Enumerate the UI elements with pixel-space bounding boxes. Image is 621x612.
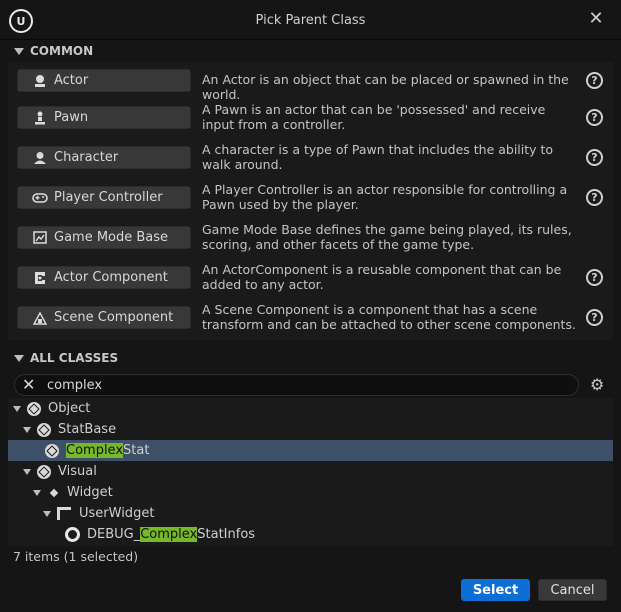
- cancel-button[interactable]: Cancel: [538, 579, 607, 601]
- game-mode-base-button[interactable]: Game Mode Base: [17, 226, 191, 249]
- tree-row-debug-complexstatinfos[interactable]: DEBUG_ Complex StatInfos: [8, 524, 613, 545]
- tree-row-label: Visual: [58, 464, 97, 479]
- search-match-highlight: Complex: [140, 527, 198, 542]
- common-row-actor-component: Actor Component An ActorComponent is a r…: [8, 258, 613, 298]
- gamepad-icon: [32, 190, 48, 206]
- actor-component-button-label: Actor Component: [54, 270, 168, 285]
- tree-row-label: Object: [48, 401, 91, 416]
- common-row-character: Character A character is a type of Pawn …: [8, 138, 613, 178]
- widget-blueprint-icon: [65, 527, 80, 542]
- tree-row-label: StatBase: [58, 422, 117, 437]
- class-cube-icon: [45, 443, 59, 458]
- help-icon[interactable]: ?: [586, 149, 603, 166]
- class-search-row: ✕ complex ⚙: [8, 372, 613, 398]
- class-cube-icon: [27, 401, 41, 416]
- tree-row-label-suffix: Stat: [123, 443, 150, 458]
- character-description: A character is a type of Pawn that inclu…: [202, 142, 554, 172]
- user-widget-icon: [57, 507, 71, 520]
- help-icon[interactable]: ?: [586, 189, 603, 206]
- clear-search-icon[interactable]: ✕: [22, 376, 35, 394]
- tree-row-userwidget[interactable]: UserWidget: [8, 503, 613, 524]
- select-button[interactable]: Select: [461, 579, 530, 601]
- class-cube-icon: [37, 464, 51, 479]
- player-controller-button-label: Player Controller: [54, 190, 163, 205]
- game-mode-base-button-label: Game Mode Base: [54, 230, 169, 245]
- scene-component-icon: [32, 310, 48, 326]
- expand-arrow-icon[interactable]: [33, 489, 41, 496]
- widget-icon: [49, 488, 59, 497]
- collapse-arrow-icon: [14, 47, 24, 55]
- game-mode-base-description: Game Mode Base defines the game being pl…: [202, 222, 572, 252]
- expand-arrow-icon[interactable]: [23, 468, 31, 475]
- tree-row-label: Widget: [67, 485, 113, 500]
- search-input-value[interactable]: complex: [47, 378, 102, 393]
- actor-component-description: An ActorComponent is a reusable componen…: [202, 262, 562, 292]
- tree-row-object[interactable]: Object: [8, 398, 613, 419]
- tree-row-complexstat[interactable]: Complex Stat: [8, 440, 613, 461]
- scene-component-description: A Scene Component is a component that ha…: [202, 302, 576, 332]
- tree-row-label: UserWidget: [79, 506, 155, 521]
- pawn-icon: [32, 110, 48, 126]
- close-icon[interactable]: ✕: [587, 10, 605, 28]
- character-button[interactable]: Character: [17, 146, 191, 169]
- expand-arrow-icon[interactable]: [23, 426, 31, 433]
- window-title: Pick Parent Class: [255, 13, 366, 28]
- pawn-button[interactable]: Pawn: [17, 106, 191, 129]
- game-mode-icon: [32, 230, 48, 246]
- player-controller-description: A Player Controller is an actor responsi…: [202, 182, 568, 212]
- item-count-status: 7 items (1 selected): [13, 549, 139, 564]
- common-header-label: COMMON: [30, 44, 94, 58]
- pawn-button-label: Pawn: [54, 110, 89, 125]
- settings-gear-icon[interactable]: ⚙: [590, 375, 604, 394]
- tree-row-visual[interactable]: Visual: [8, 461, 613, 482]
- character-button-label: Character: [54, 150, 119, 165]
- common-row-actor: Actor An Actor is an object that can be …: [8, 61, 613, 102]
- player-controller-button[interactable]: Player Controller: [17, 186, 191, 209]
- all-classes-header-label: ALL CLASSES: [30, 351, 119, 365]
- help-icon[interactable]: ?: [586, 309, 603, 326]
- collapse-arrow-icon: [14, 354, 24, 362]
- common-row-player-controller: Player Controller A Player Controller is…: [8, 178, 613, 218]
- common-row-game-mode-base: Game Mode Base Game Mode Base defines th…: [8, 218, 613, 258]
- tree-row-statbase[interactable]: StatBase: [8, 419, 613, 440]
- help-icon[interactable]: ?: [586, 269, 603, 286]
- help-icon[interactable]: ?: [586, 109, 603, 126]
- tree-row-label-suffix: StatInfos: [197, 527, 256, 542]
- scene-component-button-label: Scene Component: [54, 310, 174, 325]
- common-row-pawn: Pawn A Pawn is an actor that can be 'pos…: [8, 98, 613, 138]
- actor-component-icon: [32, 270, 48, 286]
- class-cube-icon: [37, 422, 51, 437]
- help-icon[interactable]: ?: [586, 72, 603, 89]
- class-tree: Object StatBase Complex Stat Visual Widge…: [8, 398, 613, 546]
- title-bar: U Pick Parent Class ✕: [0, 0, 621, 40]
- common-section-header[interactable]: COMMON: [8, 40, 613, 62]
- common-row-scene-component: Scene Component A Scene Component is a c…: [8, 298, 613, 338]
- tree-row-label-prefix: DEBUG_: [87, 527, 141, 542]
- all-classes-section-header[interactable]: ALL CLASSES: [8, 347, 613, 369]
- expand-arrow-icon[interactable]: [13, 405, 21, 412]
- scene-component-button[interactable]: Scene Component: [17, 306, 191, 329]
- actor-component-button[interactable]: Actor Component: [17, 266, 191, 289]
- character-icon: [32, 150, 48, 166]
- tree-row-widget[interactable]: Widget: [8, 482, 613, 503]
- pawn-description: A Pawn is an actor that can be 'possesse…: [202, 102, 546, 132]
- expand-arrow-icon[interactable]: [43, 510, 51, 517]
- actor-button-label: Actor: [54, 73, 89, 88]
- search-match-highlight: Complex: [66, 443, 124, 458]
- actor-button[interactable]: Actor: [17, 69, 191, 92]
- actor-icon: [32, 73, 48, 89]
- search-input[interactable]: ✕ complex: [14, 374, 579, 396]
